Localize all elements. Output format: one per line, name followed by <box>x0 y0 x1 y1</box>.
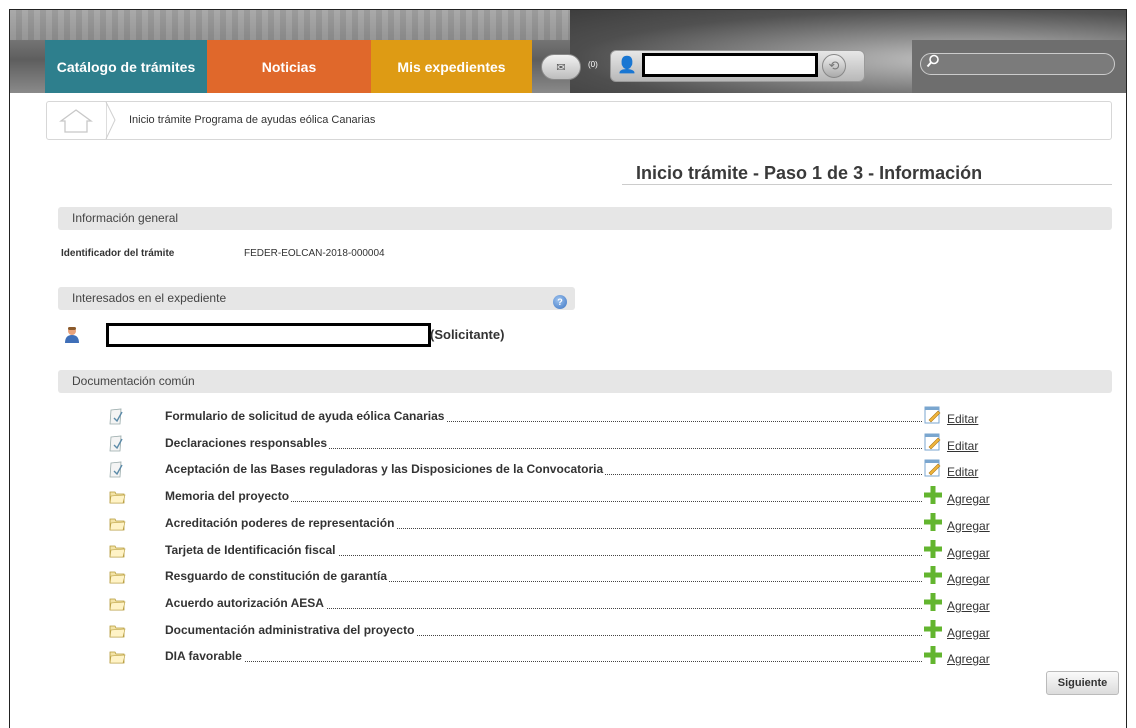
tab-mis-expedientes[interactable]: Mis expedientes <box>371 40 532 93</box>
user-name-redacted <box>642 53 818 77</box>
tab-noticias[interactable]: Noticias <box>207 40 371 93</box>
folder-icon <box>108 515 126 538</box>
document-row: Formulario de solicitud de ayuda eólica … <box>10 405 1120 434</box>
home-icon[interactable] <box>47 102 107 139</box>
section-documentacion-comun: Documentación común <box>58 370 1112 393</box>
add-link[interactable]: Agregar <box>947 626 990 640</box>
tramite-id-value: FEDER-EOLCAN-2018-000004 <box>244 248 385 259</box>
add-link[interactable]: Agregar <box>947 492 990 506</box>
breadcrumb-current[interactable]: Inicio trámite Programa de ayudas eólica… <box>129 114 375 126</box>
help-icon[interactable]: ? <box>553 295 567 309</box>
add-link[interactable]: Agregar <box>947 652 990 666</box>
document-row: Resguardo de constitución de garantía Agr… <box>10 565 1120 594</box>
search-input[interactable] <box>920 53 1115 75</box>
add-icon[interactable] <box>923 512 943 537</box>
person-icon <box>64 326 80 349</box>
tramite-id-label: Identificador del trámite <box>61 248 175 259</box>
add-link[interactable]: Agregar <box>947 572 990 586</box>
form-icon <box>108 408 124 431</box>
folder-icon <box>108 648 126 671</box>
add-icon[interactable] <box>923 485 943 510</box>
applicant-role: (Solicitante) <box>430 327 505 342</box>
document-name: Acreditación poderes de representación <box>165 515 397 530</box>
page-title: Inicio trámite - Paso 1 de 3 - Informaci… <box>636 163 983 183</box>
header: Catálogo de trámites Noticias Mis expedi… <box>10 10 1126 93</box>
add-link[interactable]: Agregar <box>947 546 990 560</box>
document-name: Resguardo de constitución de garantía <box>165 569 390 584</box>
document-name: Formulario de solicitud de ayuda eólica … <box>165 409 447 423</box>
document-name: Acuerdo autorización AESA <box>165 595 326 610</box>
edit-link[interactable]: Editar <box>947 465 978 479</box>
add-icon[interactable] <box>923 645 943 670</box>
title-divider <box>622 184 1112 185</box>
add-icon[interactable] <box>923 619 943 644</box>
folder-icon <box>108 542 126 565</box>
dotted-leader <box>170 661 922 663</box>
folder-icon <box>108 488 126 511</box>
page-frame: Catálogo de trámites Noticias Mis expedi… <box>9 9 1127 728</box>
tab-catalogo-tramites[interactable]: Catálogo de trámites <box>45 40 207 93</box>
add-link[interactable]: Agregar <box>947 599 990 613</box>
add-icon[interactable] <box>923 592 943 617</box>
search-icon <box>926 54 940 71</box>
document-name: Declaraciones responsables <box>165 435 330 450</box>
document-row: DIA favorable Agregar <box>10 645 1120 674</box>
folder-icon <box>108 622 126 645</box>
document-row: Aceptación de las Bases reguladoras y la… <box>10 458 1120 487</box>
document-name: Aceptación de las Bases reguladoras y la… <box>165 462 606 477</box>
folder-icon <box>108 595 126 618</box>
edit-link[interactable]: Editar <box>947 412 978 426</box>
form-icon <box>108 435 124 458</box>
document-row: Declaraciones responsables Editar <box>10 432 1120 461</box>
document-name: Documentación administrativa del proyect… <box>165 622 417 637</box>
document-row: Acuerdo autorización AESA Agregar <box>10 592 1120 621</box>
edit-icon[interactable] <box>923 432 943 457</box>
document-row: Documentación administrativa del proyect… <box>10 619 1120 648</box>
document-name: Memoria del proyecto <box>165 489 292 504</box>
form-icon <box>108 461 124 484</box>
document-row: Acreditación poderes de representación Ag… <box>10 512 1120 541</box>
document-name: Tarjeta de Identificación fiscal <box>165 542 338 557</box>
messages-icon[interactable]: ✉ <box>541 54 581 80</box>
breadcrumb-separator <box>105 101 117 140</box>
document-row: Memoria del proyecto Agregar <box>10 485 1120 514</box>
document-name: DIA favorable <box>165 649 244 664</box>
edit-icon[interactable] <box>923 458 943 483</box>
user-icon: 👤 <box>617 57 637 74</box>
document-row: Tarjeta de Identificación fiscal Agregar <box>10 539 1120 568</box>
section-interesados: Interesados en el expediente <box>58 287 575 310</box>
folder-icon <box>108 568 126 591</box>
add-icon[interactable] <box>923 539 943 564</box>
edit-icon[interactable] <box>923 405 943 430</box>
applicant-name-redacted <box>106 323 431 347</box>
messages-count: (0) <box>588 60 598 69</box>
add-link[interactable]: Agregar <box>947 519 990 533</box>
edit-link[interactable]: Editar <box>947 439 978 453</box>
section-informacion-general: Información general <box>58 207 1112 230</box>
add-icon[interactable] <box>923 565 943 590</box>
next-button[interactable]: Siguiente <box>1046 671 1119 695</box>
logout-icon[interactable]: ⟲ <box>822 54 846 78</box>
breadcrumb: Inicio trámite Programa de ayudas eólica… <box>46 101 1112 140</box>
